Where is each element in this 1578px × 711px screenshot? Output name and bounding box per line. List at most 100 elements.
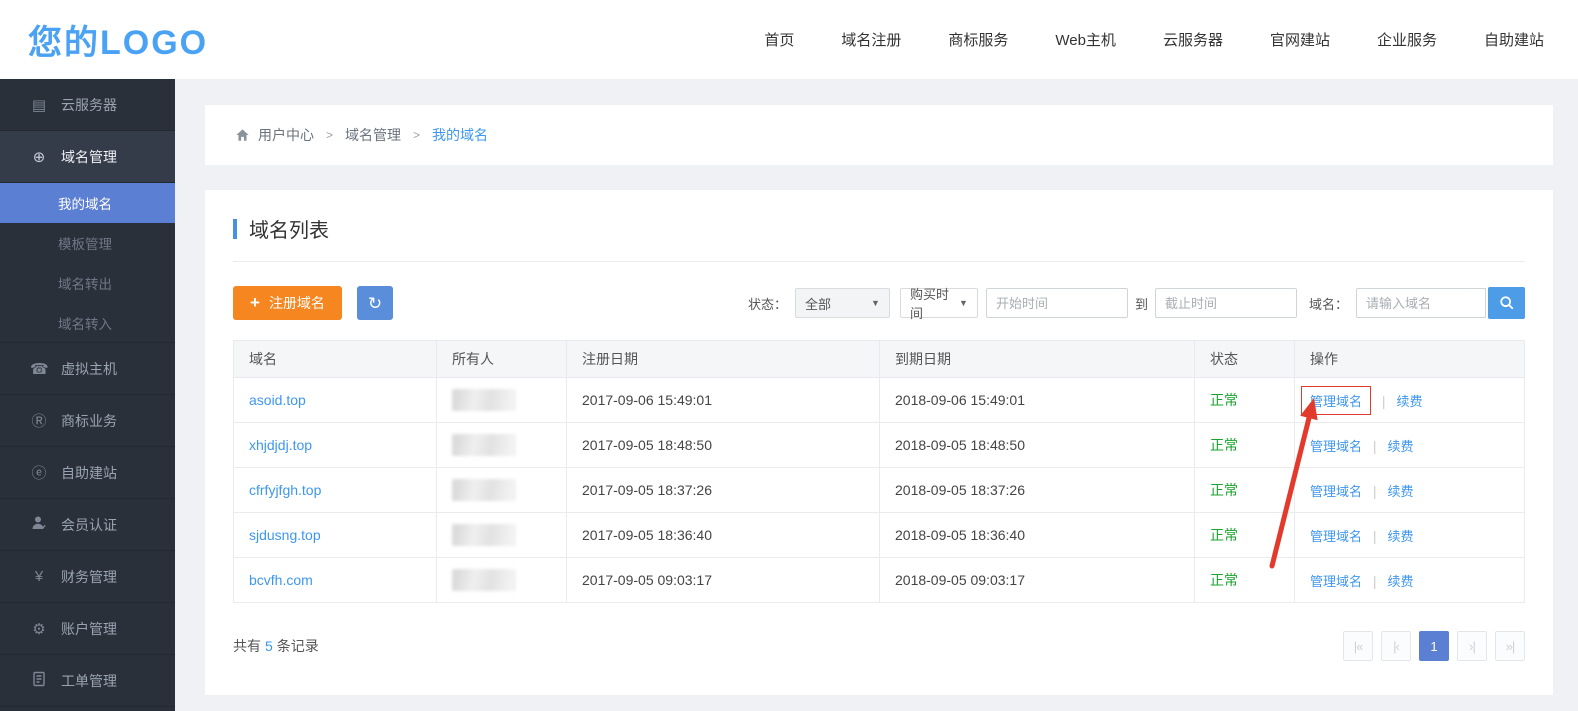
sidebar-item-label: 财务管理 bbox=[61, 567, 117, 587]
status-select-value: 全部 bbox=[805, 294, 831, 313]
header-expires: 到期日期 bbox=[880, 341, 1195, 378]
sidebar-item-cloud-server[interactable]: ▤ 云服务器 bbox=[0, 79, 175, 131]
submenu-item-template-management[interactable]: 模板管理 bbox=[0, 223, 175, 263]
renew-link[interactable]: 续费 bbox=[1396, 394, 1422, 409]
registered-date: 2017-09-05 18:48:50 bbox=[567, 423, 880, 468]
manage-domain-link[interactable]: 管理域名 bbox=[1310, 529, 1362, 544]
sidebar-item-domain-management[interactable]: ⊕ 域名管理 bbox=[0, 131, 175, 183]
search-button[interactable] bbox=[1488, 287, 1525, 319]
page: 您的LOGO 首页 域名注册 商标服务 Web主机 云服务器 官网建站 企业服务… bbox=[0, 0, 1578, 711]
domain-link[interactable]: sjdusng.top bbox=[249, 527, 321, 543]
submenu-item-domain-transfer-out[interactable]: 域名转出 bbox=[0, 263, 175, 303]
status-badge: 正常 bbox=[1210, 482, 1238, 498]
pagination-page-1[interactable]: 1 bbox=[1419, 631, 1449, 661]
sidebar-item-account-management[interactable]: ⚙ 账户管理 bbox=[0, 603, 175, 655]
pagination-prev-button[interactable]: |‹ bbox=[1381, 631, 1411, 661]
table-row: cfrfyjfgh.top 2017-09-05 18:37:26 2018-0… bbox=[234, 468, 1525, 513]
renew-link[interactable]: 续费 bbox=[1387, 484, 1413, 499]
start-date-input[interactable] bbox=[986, 288, 1128, 318]
page-title: 域名列表 bbox=[249, 214, 329, 243]
nav-web-hosting[interactable]: Web主机 bbox=[1055, 29, 1116, 50]
breadcrumb-separator: > bbox=[326, 128, 333, 142]
status-badge: 正常 bbox=[1210, 437, 1238, 453]
topbar: 您的LOGO 首页 域名注册 商标服务 Web主机 云服务器 官网建站 企业服务… bbox=[0, 0, 1578, 79]
submenu-label: 我的域名 bbox=[58, 193, 112, 213]
table-row: asoid.top 2017-09-06 15:49:01 2018-09-06… bbox=[234, 378, 1525, 423]
home-icon bbox=[235, 126, 258, 145]
nav-enterprise[interactable]: 企业服务 bbox=[1377, 29, 1437, 50]
status-badge: 正常 bbox=[1210, 572, 1238, 588]
sidebar-item-trademark-business[interactable]: Ⓡ 商标业务 bbox=[0, 395, 175, 447]
manage-domain-link[interactable]: 管理域名 bbox=[1310, 394, 1362, 409]
nav-home[interactable]: 首页 bbox=[764, 29, 794, 50]
nav-site-builder[interactable]: 官网建站 bbox=[1270, 29, 1330, 50]
sidebar-item-label: 账户管理 bbox=[61, 619, 117, 639]
submenu-item-my-domains[interactable]: 我的域名 bbox=[0, 183, 175, 223]
expiry-date: 2018-09-05 09:03:17 bbox=[880, 558, 1195, 603]
yen-icon: ¥ bbox=[30, 568, 48, 585]
table-footer: 共有5条记录 |« |‹ 1 ›| »| bbox=[233, 631, 1525, 661]
manage-domain-link[interactable]: 管理域名 bbox=[1310, 484, 1362, 499]
action-separator: | bbox=[1373, 438, 1377, 454]
domain-link[interactable]: bcvfh.com bbox=[249, 572, 313, 588]
breadcrumb-separator: > bbox=[413, 128, 420, 142]
sidebar-item-finance-management[interactable]: ¥ 财务管理 bbox=[0, 551, 175, 603]
domain-link[interactable]: cfrfyjfgh.top bbox=[249, 482, 321, 498]
breadcrumb-user-center[interactable]: 用户中心 bbox=[258, 125, 314, 145]
filter-bar: 状态： 全部 ▼ 购买时间 ▼ 到 域名： bbox=[748, 287, 1525, 319]
action-separator: | bbox=[1373, 483, 1377, 499]
expiry-date: 2018-09-05 18:37:26 bbox=[880, 468, 1195, 513]
refresh-button[interactable]: ↻ bbox=[357, 286, 393, 320]
gear-icon: ⚙ bbox=[30, 620, 48, 638]
breadcrumb-domain-management[interactable]: 域名管理 bbox=[345, 125, 401, 145]
record-count-suffix: 条记录 bbox=[277, 638, 319, 654]
record-count-number: 5 bbox=[265, 638, 273, 654]
header-owner: 所有人 bbox=[437, 341, 567, 378]
domain-search-input[interactable] bbox=[1356, 288, 1486, 318]
sidebar-item-member-verification[interactable]: 会员认证 bbox=[0, 499, 175, 551]
time-type-value: 购买时间 bbox=[910, 284, 953, 322]
status-select[interactable]: 全部 ▼ bbox=[795, 288, 890, 318]
end-date-input[interactable] bbox=[1155, 288, 1297, 318]
sidebar-item-ticket-management[interactable]: 工单管理 bbox=[0, 655, 175, 707]
sidebar-item-label: 虚拟主机 bbox=[61, 359, 117, 379]
submenu-item-domain-transfer-in[interactable]: 域名转入 bbox=[0, 303, 175, 343]
renew-link[interactable]: 续费 bbox=[1387, 439, 1413, 454]
pagination: |« |‹ 1 ›| »| bbox=[1343, 631, 1525, 661]
logo[interactable]: 您的LOGO bbox=[28, 15, 208, 64]
domain-link[interactable]: xhjdjdj.top bbox=[249, 437, 312, 453]
registered-date: 2017-09-06 15:49:01 bbox=[567, 378, 880, 423]
nav-cloud-server[interactable]: 云服务器 bbox=[1163, 29, 1223, 50]
renew-link[interactable]: 续费 bbox=[1387, 574, 1413, 589]
domain-link[interactable]: asoid.top bbox=[249, 392, 306, 408]
action-separator: | bbox=[1373, 528, 1377, 544]
pagination-next-button[interactable]: ›| bbox=[1457, 631, 1487, 661]
refresh-icon: ↻ bbox=[368, 294, 382, 313]
domain-submenu: 我的域名 模板管理 域名转出 域名转入 bbox=[0, 183, 175, 343]
sidebar-item-virtual-hosting[interactable]: ☎ 虚拟主机 bbox=[0, 343, 175, 395]
submenu-label: 模板管理 bbox=[58, 233, 112, 253]
table-row: bcvfh.com 2017-09-05 09:03:17 2018-09-05… bbox=[234, 558, 1525, 603]
manage-domain-link[interactable]: 管理域名 bbox=[1310, 439, 1362, 454]
sidebar-item-label: 商标业务 bbox=[61, 411, 117, 431]
nav-trademark[interactable]: 商标服务 bbox=[948, 29, 1008, 50]
manage-domain-link[interactable]: 管理域名 bbox=[1310, 574, 1362, 589]
table-row: xhjdjdj.top 2017-09-05 18:48:50 2018-09-… bbox=[234, 423, 1525, 468]
pagination-last-button[interactable]: »| bbox=[1495, 631, 1525, 661]
renew-link[interactable]: 续费 bbox=[1387, 529, 1413, 544]
action-separator: | bbox=[1382, 393, 1386, 409]
expiry-date: 2018-09-05 18:48:50 bbox=[880, 423, 1195, 468]
sidebar-item-self-site-builder[interactable]: ⓔ 自助建站 bbox=[0, 447, 175, 499]
owner-redacted bbox=[452, 389, 516, 411]
title-accent-bar bbox=[233, 219, 237, 239]
time-type-select[interactable]: 购买时间 ▼ bbox=[900, 288, 978, 318]
expiry-date: 2018-09-05 18:36:40 bbox=[880, 513, 1195, 558]
pagination-first-button[interactable]: |« bbox=[1343, 631, 1373, 661]
nav-self-service[interactable]: 自助建站 bbox=[1484, 29, 1544, 50]
register-domain-button[interactable]: + 注册域名 bbox=[233, 286, 342, 320]
owner-redacted bbox=[452, 569, 516, 591]
nav-domain-register[interactable]: 域名注册 bbox=[841, 29, 901, 50]
record-count: 共有5条记录 bbox=[233, 636, 319, 656]
owner-redacted bbox=[452, 524, 516, 546]
sidebar-item-label: 工单管理 bbox=[61, 671, 117, 691]
